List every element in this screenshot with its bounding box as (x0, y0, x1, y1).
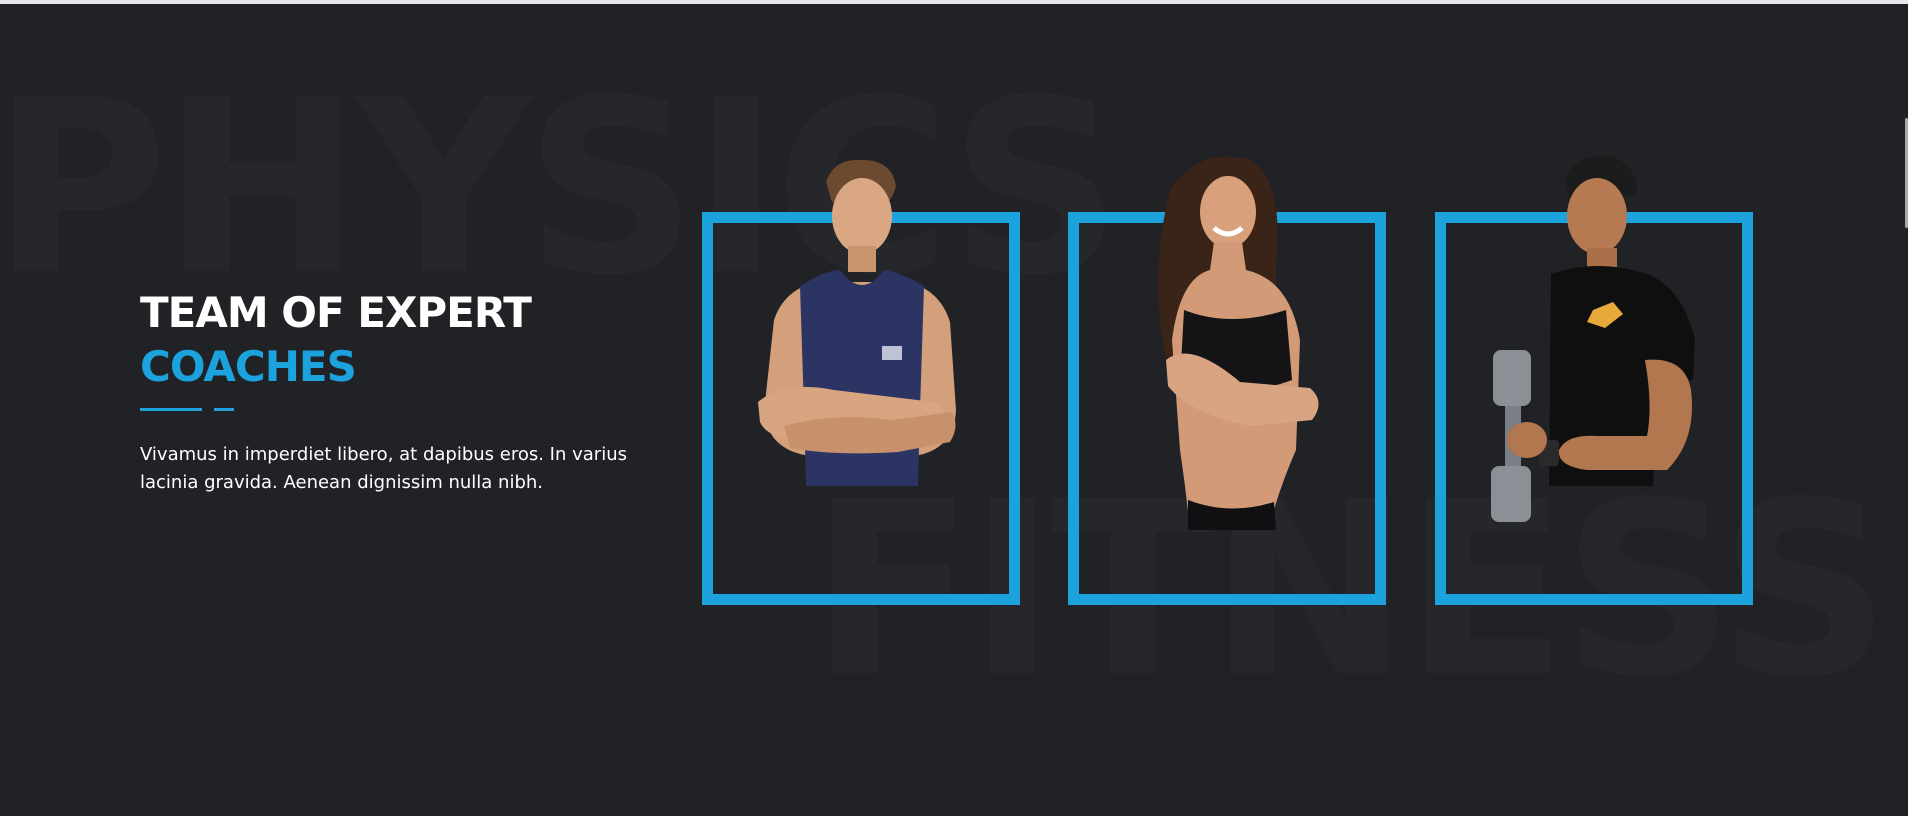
coach-photo-woman (1158, 156, 1319, 530)
section-title: TEAM OF EXPERT COACHES (140, 286, 660, 394)
coaches-section: PHYSICS FITNESS TEAM OF EXPERT COACHES V… (0, 0, 1908, 816)
section-title-line1: TEAM OF EXPERT (140, 288, 532, 337)
coach-card-1[interactable] (702, 150, 1020, 605)
coach-photo-man-tank (758, 159, 956, 486)
coach-photo-man-dumbbell (1491, 155, 1695, 522)
coach-card-3[interactable] (1435, 150, 1753, 605)
title-divider (140, 408, 240, 411)
divider-long-segment (140, 408, 202, 411)
top-border (0, 0, 1908, 4)
intro-block: TEAM OF EXPERT COACHES Vivamus in imperd… (140, 286, 660, 497)
coach-card-2[interactable] (1068, 150, 1386, 605)
divider-short-segment (214, 408, 234, 411)
section-title-line2: COACHES (140, 342, 357, 391)
section-description: Vivamus in imperdiet libero, at dapibus … (140, 444, 627, 493)
